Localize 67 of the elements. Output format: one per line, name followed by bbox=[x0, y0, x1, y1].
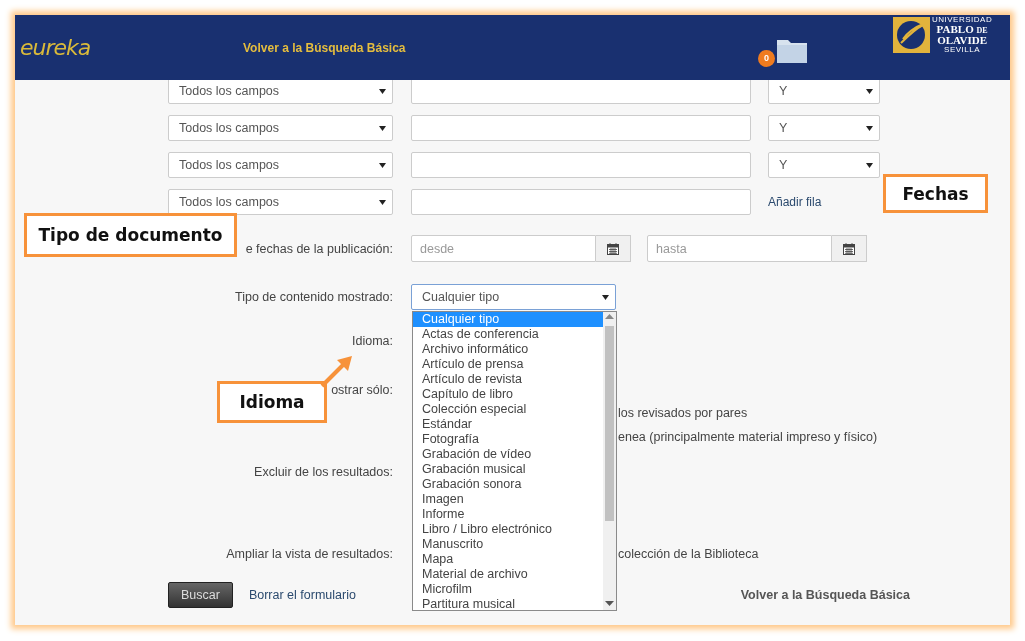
calendar-icon bbox=[843, 242, 855, 255]
field-label: e fechas de la publicación: bbox=[245, 241, 393, 256]
callout-label: Idioma bbox=[217, 381, 327, 423]
caret-icon bbox=[602, 294, 609, 300]
back-link[interactable]: Volver a la Búsqueda Básica bbox=[740, 588, 910, 602]
dropdown-option[interactable]: Artículo de revista bbox=[413, 372, 603, 387]
calendar-button[interactable] bbox=[832, 235, 867, 262]
callout-label: Fechas bbox=[883, 174, 988, 213]
dropdown-option[interactable]: Material de archivo bbox=[413, 567, 603, 582]
date-to-field[interactable]: hasta bbox=[647, 235, 832, 262]
scroll-down-icon[interactable] bbox=[605, 601, 614, 606]
field-select[interactable]: Todos los campos bbox=[168, 78, 393, 104]
dropdown-option[interactable]: Estándar bbox=[413, 417, 603, 432]
dropdown-option[interactable]: Grabación sonora bbox=[413, 477, 603, 492]
caret-icon bbox=[379, 162, 386, 168]
operator-select[interactable]: Y bbox=[768, 115, 880, 141]
clear-form-link[interactable]: Borrar el formulario bbox=[248, 588, 356, 602]
count-badge: 0 bbox=[758, 49, 775, 67]
university-logo: UNIVERSIDAD PABLO DE OLAVIDE SEVILLA bbox=[893, 15, 993, 54]
dropdown-option[interactable]: Fotografía bbox=[413, 432, 603, 447]
dropdown-option[interactable]: Archivo informático bbox=[413, 342, 603, 357]
field-select[interactable]: Todos los campos bbox=[168, 189, 393, 215]
search-input[interactable] bbox=[411, 152, 751, 178]
search-input[interactable] bbox=[411, 78, 751, 104]
option-label: enea (principalmente material impreso y físico) bbox=[618, 430, 878, 444]
add-row-link[interactable]: Añadir fila bbox=[768, 195, 822, 209]
scroll-up-icon[interactable] bbox=[605, 314, 614, 319]
calendar-icon bbox=[607, 242, 619, 255]
field-label: Ampliar la vista de resultados: bbox=[226, 547, 393, 561]
caret-icon bbox=[379, 125, 386, 131]
dropdown-option[interactable]: Colección especial bbox=[413, 402, 603, 417]
search-input[interactable] bbox=[411, 115, 751, 141]
dropdown-option[interactable]: Manuscrito bbox=[413, 537, 603, 552]
caret-icon bbox=[379, 199, 386, 205]
caret-icon bbox=[379, 88, 386, 94]
dropdown-option[interactable]: Capítulo de libro bbox=[413, 387, 603, 402]
caret-icon bbox=[866, 88, 873, 94]
scrollbar[interactable] bbox=[603, 312, 616, 610]
dropdown-option[interactable]: Actas de conferencia bbox=[413, 327, 603, 342]
field-select[interactable]: Todos los campos bbox=[168, 152, 393, 178]
field-label: Tipo de contenido mostrado: bbox=[235, 290, 393, 304]
dropdown-option[interactable]: Mapa bbox=[413, 552, 603, 567]
option-label: los revisados por pares bbox=[618, 406, 748, 420]
field-select[interactable]: Todos los campos bbox=[168, 115, 393, 141]
dropdown-option[interactable]: Partitura musical bbox=[413, 597, 603, 612]
dropdown-option[interactable]: Grabación de vídeo bbox=[413, 447, 603, 462]
date-from-field[interactable]: desde bbox=[411, 235, 596, 262]
callout-label: Tipo de documento bbox=[24, 213, 237, 257]
search-input[interactable] bbox=[411, 189, 751, 215]
type-select[interactable]: Cualquier tipo bbox=[411, 284, 616, 310]
search-button[interactable]: Buscar bbox=[168, 582, 233, 608]
field-label: ostrar sólo: bbox=[331, 383, 393, 397]
dropdown-option[interactable]: Microfilm bbox=[413, 582, 603, 597]
dropdown-option[interactable]: Libro / Libro electrónico bbox=[413, 522, 603, 537]
caret-icon bbox=[866, 162, 873, 168]
dropdown-option[interactable]: Imagen bbox=[413, 492, 603, 507]
operator-select[interactable]: Y bbox=[768, 78, 880, 104]
dropdown-option[interactable]: Artículo de prensa bbox=[413, 357, 603, 372]
dropdown-option[interactable]: Informe bbox=[413, 507, 603, 522]
calendar-button[interactable] bbox=[596, 235, 631, 262]
option-label: colección de la Biblioteca bbox=[618, 547, 759, 561]
field-label: Excluir de los resultados: bbox=[254, 465, 393, 479]
eureka-logo[interactable]: eureka bbox=[20, 35, 243, 60]
operator-select[interactable]: Y bbox=[768, 152, 880, 178]
field-label: Idioma: bbox=[352, 334, 393, 348]
caret-icon bbox=[866, 125, 873, 131]
dropdown-option[interactable]: Grabación musical bbox=[413, 462, 603, 477]
